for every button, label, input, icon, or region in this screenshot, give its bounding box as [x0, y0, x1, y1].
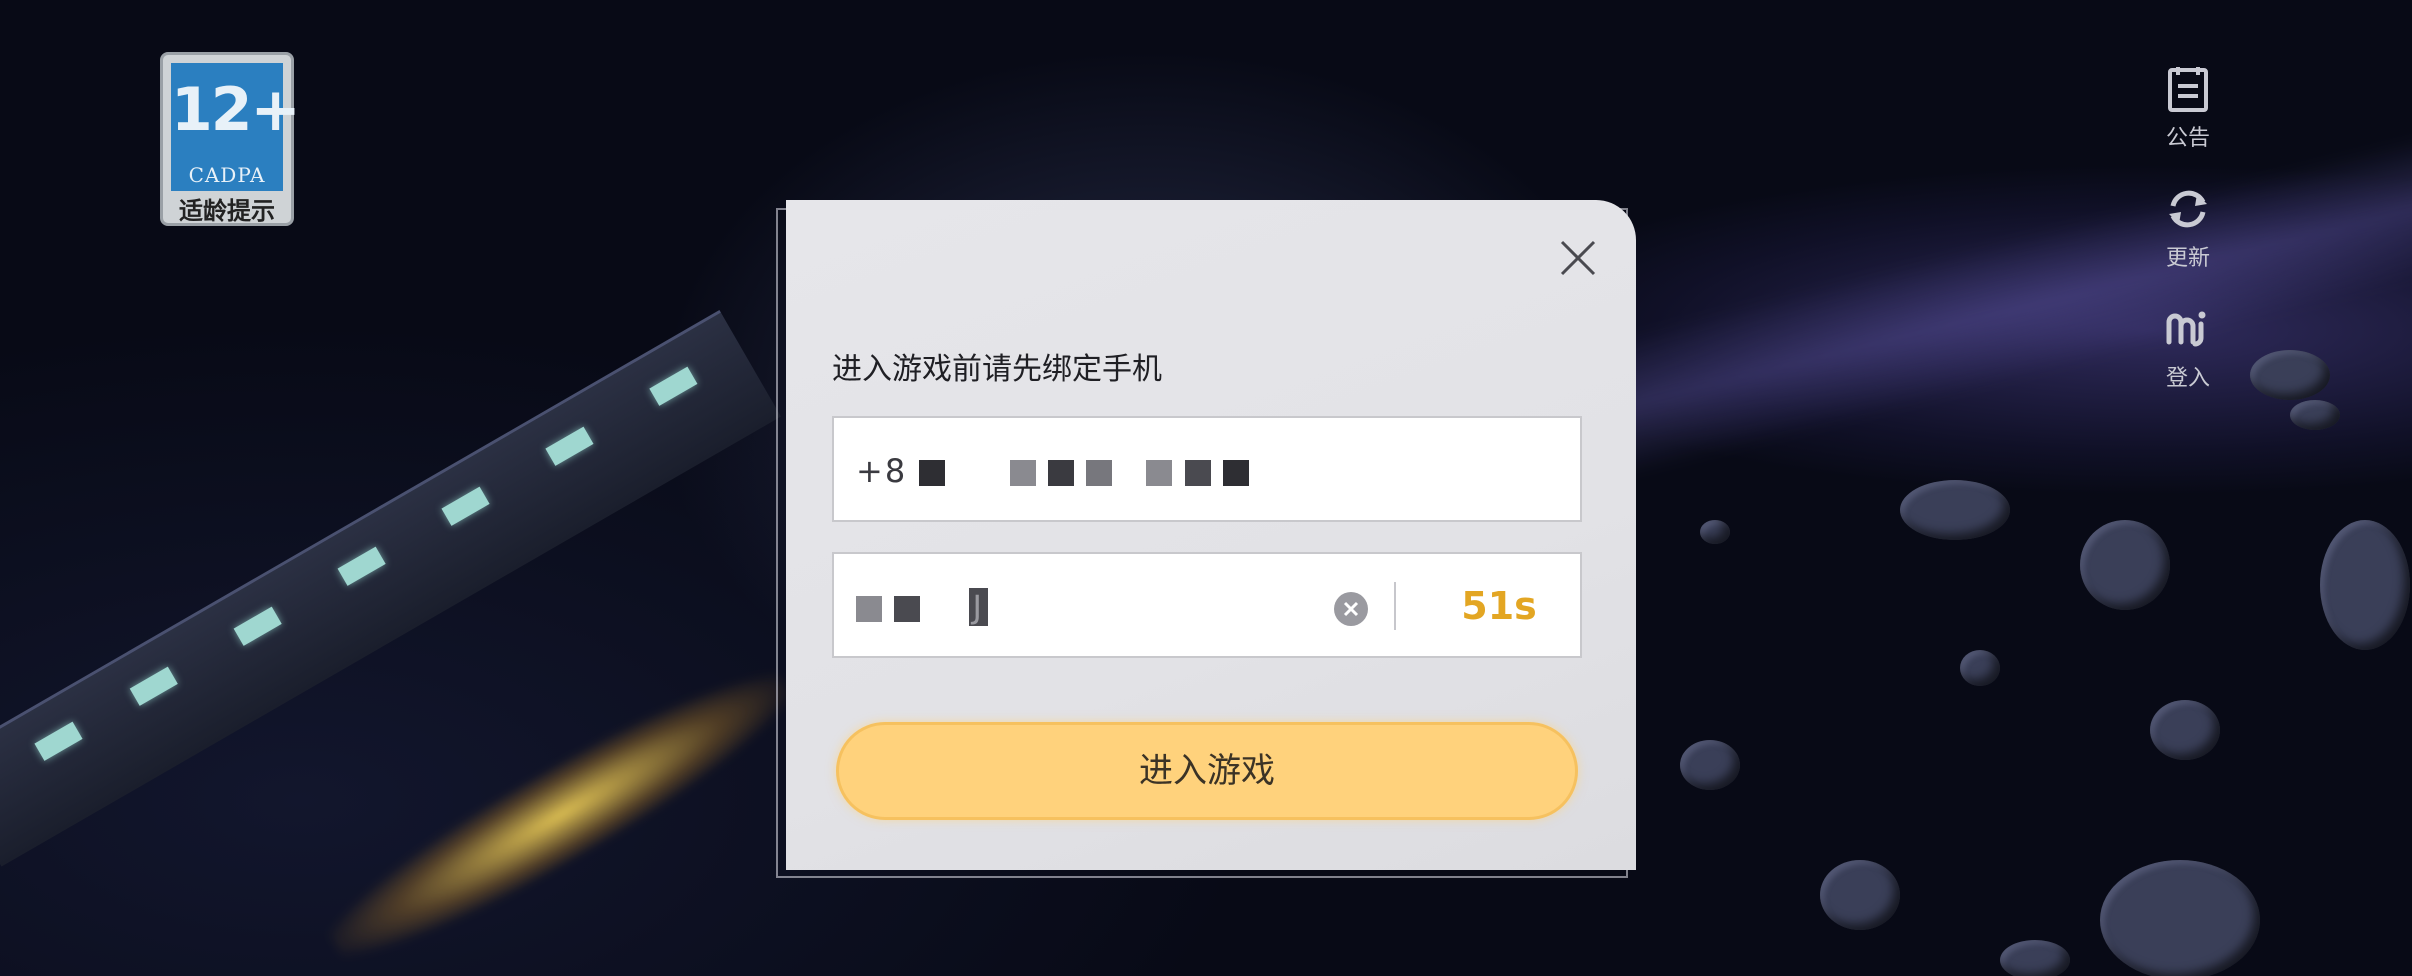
bind-phone-dialog: 进入游戏前请先绑定手机 +8 J 51s 进入游戏 — [786, 200, 1636, 870]
announcement-button[interactable]: 公告 — [2150, 64, 2226, 152]
redacted-block — [894, 596, 921, 622]
redacted-block — [856, 596, 882, 622]
refresh-icon — [2169, 190, 2207, 228]
redacted-block — [919, 460, 946, 486]
redacted-block — [1146, 460, 1173, 486]
phone-number-field[interactable]: +8 — [832, 416, 1582, 522]
asteroid — [1680, 740, 1740, 790]
verification-code-value: J — [856, 588, 988, 626]
train-exhaust-glow — [312, 646, 808, 976]
redacted-block — [1222, 460, 1249, 486]
asteroid-belt-glow — [1499, 99, 2412, 501]
age-rating-panel: 12+ CADPA — [171, 63, 301, 191]
redacted-block — [1184, 460, 1211, 486]
bind-phone-prompt: 进入游戏前请先绑定手机 — [832, 352, 1162, 387]
asteroid — [2150, 700, 2220, 760]
age-rating-tip: 适龄提示 — [179, 197, 275, 225]
resend-countdown: 51s — [1461, 584, 1537, 628]
age-rating-badge[interactable]: 12+ CADPA 适龄提示 — [160, 52, 301, 226]
announcement-icon — [2168, 67, 2208, 112]
asteroid — [1900, 480, 2010, 540]
redacted-block — [957, 460, 998, 486]
asteroid — [2250, 350, 2330, 400]
asteroid — [2290, 400, 2340, 430]
field-divider — [1394, 582, 1396, 630]
redacted-block — [1086, 460, 1113, 486]
announcement-label: 公告 — [2165, 126, 2210, 151]
asteroid — [2080, 520, 2170, 610]
asteroid — [1960, 650, 2000, 686]
clear-input-button[interactable] — [1334, 592, 1368, 626]
verification-code-field[interactable]: J 51s — [832, 552, 1582, 658]
phone-number-value: +8 — [856, 452, 1249, 490]
redacted-block — [1047, 460, 1074, 486]
phone-number-text: +8 — [856, 452, 908, 490]
age-rating-value: 12+ — [171, 75, 301, 145]
asteroid — [2000, 940, 2070, 976]
close-icon[interactable] — [1556, 236, 1600, 280]
redacted-block — [1124, 460, 1135, 486]
enter-game-button[interactable]: 进入游戏 — [836, 722, 1578, 820]
asteroid — [1700, 520, 1730, 544]
redacted-block — [932, 596, 957, 622]
asteroid — [2320, 520, 2410, 650]
login-label: 登入 — [2165, 366, 2210, 391]
update-button[interactable]: 更新 — [2150, 184, 2226, 272]
login-button[interactable]: 登入 — [2150, 304, 2226, 392]
update-label: 更新 — [2165, 246, 2210, 271]
verification-code-text: J — [968, 588, 988, 626]
clear-icon — [1343, 601, 1359, 617]
redacted-block — [1009, 460, 1036, 486]
asteroid — [2100, 860, 2260, 976]
mi-logo-icon — [2166, 311, 2206, 347]
age-rating-org: CADPA — [188, 163, 266, 187]
asteroid — [1820, 860, 1900, 930]
